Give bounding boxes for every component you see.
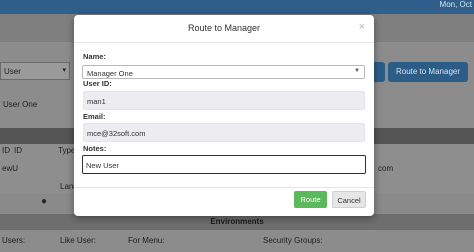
row-value: ewU bbox=[2, 164, 19, 173]
column-header-id2: ID bbox=[14, 146, 22, 155]
user-id-field[interactable]: man1 bbox=[83, 91, 365, 110]
notes-label: Notes: bbox=[83, 144, 107, 153]
dialog-title: Route to Manager bbox=[187, 23, 261, 33]
route-button[interactable]: Route bbox=[294, 191, 327, 208]
email-label: Email: bbox=[83, 112, 106, 121]
user-select[interactable]: User ▾ bbox=[0, 62, 70, 80]
manager-select-value: Manager One bbox=[87, 69, 133, 78]
date-text: Mon, Oct bbox=[439, 0, 472, 9]
email-field[interactable]: mce@32soft.com bbox=[83, 123, 365, 142]
top-bar: Mon, Oct bbox=[0, 0, 474, 14]
cancel-button[interactable]: Cancel bbox=[332, 191, 366, 208]
name-label: Name: bbox=[83, 52, 106, 61]
close-icon[interactable]: × bbox=[359, 21, 365, 33]
col-users: Users: bbox=[2, 236, 26, 245]
column-header-type: Type bbox=[58, 146, 76, 155]
dialog-header: Route to Manager × bbox=[74, 15, 374, 43]
col-security-groups: Security Groups: bbox=[263, 236, 323, 245]
email-partial: com bbox=[378, 164, 394, 173]
user-id-label: User ID: bbox=[83, 79, 112, 88]
column-header-id: ID bbox=[2, 146, 10, 155]
dialog-footer-divider bbox=[74, 187, 374, 188]
person-icon: ● bbox=[40, 196, 48, 207]
chevron-down-icon: ▼ bbox=[354, 68, 360, 74]
route-to-manager-dialog: Route to Manager × Name: Manager One ▼ U… bbox=[74, 15, 374, 216]
route-to-manager-button[interactable]: Route to Manager bbox=[388, 62, 468, 82]
manager-select[interactable]: Manager One ▼ bbox=[82, 65, 365, 79]
user-name-text: User One bbox=[3, 100, 38, 109]
user-select-value: User bbox=[4, 67, 21, 76]
environments-header: Environments bbox=[0, 214, 474, 230]
col-like-user: Like User: bbox=[60, 236, 97, 245]
chevron-down-icon: ▾ bbox=[62, 67, 66, 74]
col-for-menu: For Menu: bbox=[128, 236, 165, 245]
notes-input[interactable]: New User bbox=[82, 155, 366, 174]
